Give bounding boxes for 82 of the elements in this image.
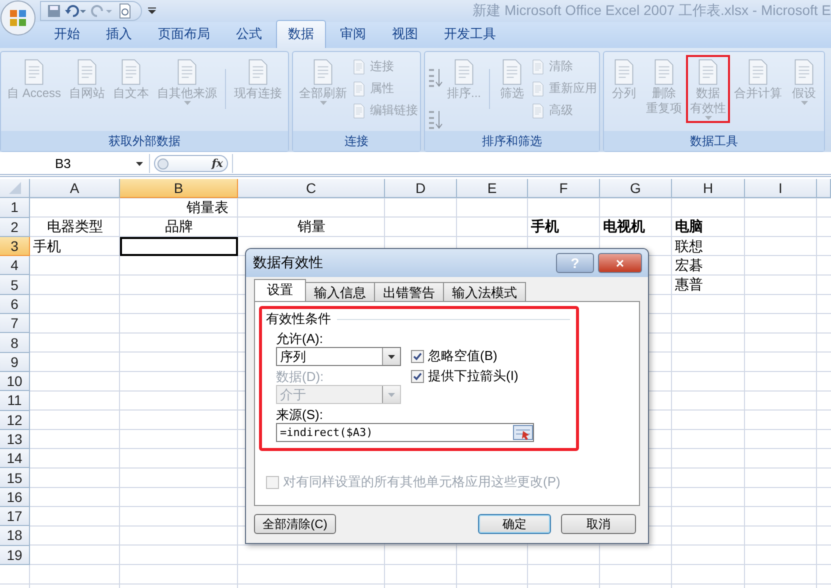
field-label: 允许(A):: [276, 330, 324, 347]
row-header[interactable]: 15: [0, 468, 30, 488]
document-icon: [530, 58, 546, 74]
row-header[interactable]: 5: [0, 275, 30, 295]
table-cell-text: 品牌: [164, 218, 194, 236]
checkbox[interactable]: [411, 350, 424, 362]
row-header[interactable]: 6: [0, 294, 30, 314]
caret-icon: [136, 162, 143, 166]
active-cell[interactable]: [120, 236, 238, 256]
row-header[interactable]: 14: [0, 449, 30, 468]
group-label: 连接: [293, 131, 420, 151]
print-preview-icon[interactable]: [117, 3, 133, 19]
dialog-tab[interactable]: 出错警告: [374, 282, 444, 301]
name-box[interactable]: B3: [0, 154, 150, 173]
group-title: 有效性条件: [266, 310, 331, 328]
dialog-button[interactable]: 全部清除(C): [254, 514, 336, 534]
column-header[interactable]: H: [672, 179, 745, 198]
column-header[interactable]: G: [600, 179, 672, 198]
row-header[interactable]: 13: [0, 430, 30, 450]
dialog-tab[interactable]: 输入信息: [305, 282, 375, 301]
insert-function-button[interactable]: fx: [154, 155, 228, 172]
save-icon[interactable]: [47, 4, 61, 18]
row-header[interactable]: 9: [0, 352, 30, 372]
table-cell-text: 电器类型: [46, 218, 104, 236]
caret-icon: [388, 354, 395, 358]
field-label: 数据(D):: [276, 368, 325, 385]
group-label: 数据工具: [604, 131, 824, 151]
group-label: 排序和筛选: [425, 131, 600, 151]
row-header[interactable]: 18: [0, 526, 30, 546]
row-header[interactable]: 11: [0, 391, 30, 411]
document-icon: [351, 102, 368, 118]
range-picker-icon[interactable]: [513, 425, 533, 440]
table-cell-text: 手机: [530, 218, 560, 236]
column-header[interactable]: C: [238, 179, 385, 198]
customize-icon[interactable]: [148, 7, 156, 15]
table-cell-text: 销量: [296, 218, 326, 236]
checkbox-label: 忽略空值(B): [428, 347, 498, 365]
document-icon: [351, 58, 368, 74]
column-header[interactable]: F: [528, 179, 600, 198]
column-header[interactable]: E: [457, 179, 528, 198]
checkbox[interactable]: [411, 370, 424, 382]
table-cell-text: 宏碁: [674, 256, 704, 275]
row-header[interactable]: 12: [0, 410, 30, 430]
row-header[interactable]: 3: [0, 236, 30, 256]
checkbox-label: 提供下拉箭头(I): [428, 367, 518, 385]
caret-icon: [388, 392, 395, 396]
table-cell-text: 电视机: [602, 218, 646, 236]
undo-icon[interactable]: [65, 4, 87, 18]
checkbox-label: 对有同样设置的所有其他单元格应用这些更改(P): [283, 473, 560, 491]
row-header[interactable]: 8: [0, 333, 30, 353]
table-cell-text: 销量表: [186, 198, 230, 217]
source-field[interactable]: =indirect($A3): [276, 423, 534, 442]
select-field[interactable]: 序列: [276, 347, 401, 366]
table-cell-text: 联想: [674, 236, 704, 256]
window-title: 新建 Microsoft Office Excel 2007 工作表.xlsx - Microsoft E: [472, 2, 831, 20]
document-icon: [351, 80, 368, 96]
document-icon: [530, 80, 546, 96]
row-header[interactable]: 17: [0, 507, 30, 526]
field-label: 来源(S):: [276, 406, 324, 423]
table-cell-text: 手机: [32, 236, 62, 256]
column-header[interactable]: A: [30, 179, 120, 198]
circle-icon: [157, 158, 169, 170]
table-cell-text: 电脑: [674, 218, 704, 236]
dialog-button[interactable]: 取消: [561, 514, 636, 534]
row-header[interactable]: 16: [0, 488, 30, 508]
column-header[interactable]: [817, 179, 831, 198]
dialog-button[interactable]: 确定: [478, 514, 551, 534]
dialog-tab[interactable]: 输入法模式: [443, 282, 526, 301]
row-header[interactable]: 19: [0, 546, 30, 565]
row-header[interactable]: 1: [0, 198, 30, 218]
document-icon: [530, 102, 546, 118]
table-cell-text: 惠普: [674, 275, 704, 294]
row-header[interactable]: 4: [0, 256, 30, 276]
group-label: 获取外部数据: [1, 131, 288, 151]
column-header[interactable]: B: [120, 179, 238, 198]
row-header[interactable]: 7: [0, 314, 30, 334]
dialog-title: 数据有效性: [253, 254, 324, 272]
dialog-tab[interactable]: 设置: [254, 279, 306, 301]
column-header[interactable]: D: [385, 179, 457, 198]
row-header[interactable]: 10: [0, 372, 30, 392]
column-header[interactable]: I: [745, 179, 817, 198]
row-header[interactable]: 2: [0, 218, 30, 237]
